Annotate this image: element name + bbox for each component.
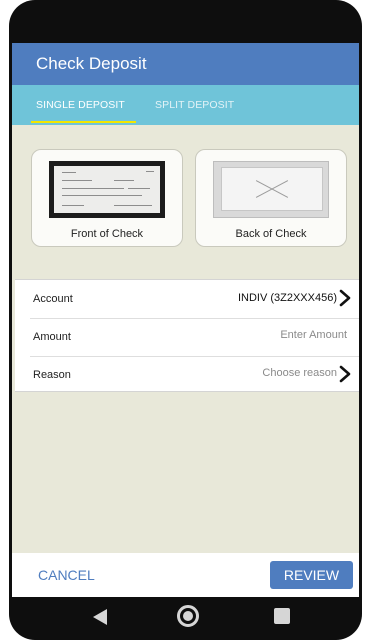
- check-paper: [54, 166, 160, 213]
- amount-label: Amount: [33, 331, 71, 343]
- tab-selected-indicator: [31, 121, 136, 123]
- tab-split-deposit[interactable]: SPLIT DEPOSIT: [155, 85, 234, 125]
- front-check-thumbnail: [49, 161, 165, 218]
- app-bar: Check Deposit: [12, 43, 359, 85]
- system-nav-bar: [9, 597, 362, 640]
- front-of-check-card[interactable]: Front of Check: [31, 149, 183, 247]
- chevron-right-icon: [339, 365, 351, 383]
- phone-frame: Check Deposit SINGLE DEPOSIT SPLIT DEPOS…: [9, 0, 362, 640]
- cancel-button[interactable]: CANCEL: [38, 567, 95, 583]
- amount-row[interactable]: Amount Enter Amount: [15, 318, 359, 356]
- tab-single-deposit[interactable]: SINGLE DEPOSIT: [36, 85, 125, 125]
- reason-row[interactable]: Reason Choose reason: [15, 356, 359, 394]
- back-check-thumbnail: [213, 161, 329, 218]
- amount-input[interactable]: Enter Amount: [280, 329, 347, 341]
- deposit-form: Account INDIV (3Z2XXX456) Amount Enter A…: [15, 279, 359, 392]
- account-row[interactable]: Account INDIV (3Z2XXX456): [15, 280, 359, 318]
- nav-recent-apps-icon[interactable]: [274, 608, 290, 624]
- action-bar: CANCEL REVIEW: [12, 553, 359, 597]
- review-button[interactable]: REVIEW: [270, 561, 353, 589]
- account-label: Account: [33, 293, 73, 305]
- back-of-check-label: Back of Check: [235, 228, 307, 240]
- page-title: Check Deposit: [36, 54, 147, 73]
- app-screen: Check Deposit SINGLE DEPOSIT SPLIT DEPOS…: [12, 43, 359, 597]
- reason-label: Reason: [33, 369, 71, 381]
- chevron-right-icon: [339, 289, 351, 307]
- account-value: INDIV (3Z2XXX456): [237, 292, 337, 304]
- back-of-check-card[interactable]: Back of Check: [195, 149, 347, 247]
- reason-select[interactable]: Choose reason: [262, 367, 337, 379]
- deposit-tabs: SINGLE DEPOSIT SPLIT DEPOSIT: [12, 85, 359, 125]
- nav-home-icon[interactable]: [177, 605, 199, 627]
- nav-back-icon[interactable]: [91, 608, 109, 626]
- check-paper: [221, 167, 323, 211]
- front-of-check-label: Front of Check: [70, 228, 144, 240]
